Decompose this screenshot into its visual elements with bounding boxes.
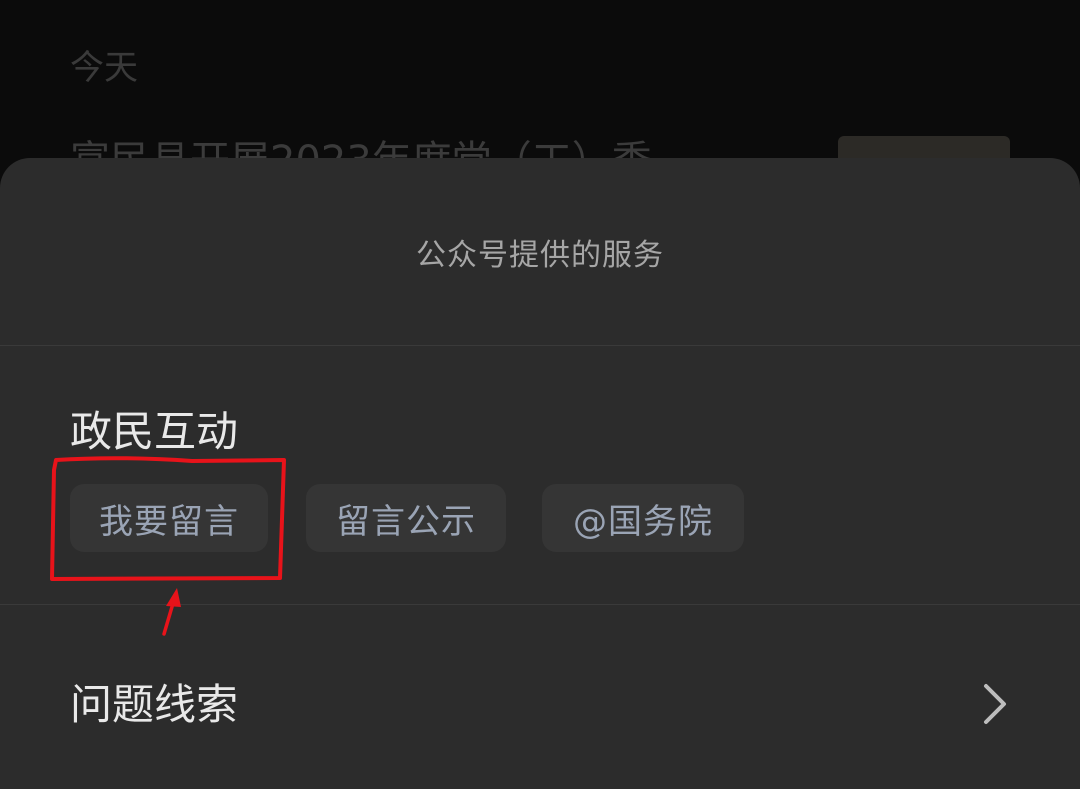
section-title: 政民互动: [70, 407, 239, 456]
list-item-problem-clues[interactable]: 问题线索: [0, 605, 1080, 789]
list-item-label: 问题线索: [70, 680, 239, 729]
services-bottom-sheet: 公众号提供的服务 政民互动 我要留言 留言公示 @国务院 问题线索: [0, 158, 1080, 789]
chip-group: 我要留言 留言公示 @国务院: [0, 484, 1080, 554]
screen: 今天 富民县开展2023年度党（工）委 公众号提供的服务 政民互动 我要留言 留…: [0, 0, 1080, 789]
state-council-button[interactable]: @国务院: [542, 484, 744, 552]
chevron-right-icon: [984, 684, 1006, 724]
leave-message-button[interactable]: 我要留言: [70, 484, 268, 552]
divider: [0, 345, 1080, 346]
date-header: 今天: [70, 48, 138, 88]
message-publicity-button[interactable]: 留言公示: [306, 484, 506, 552]
sheet-title: 公众号提供的服务: [416, 238, 664, 273]
